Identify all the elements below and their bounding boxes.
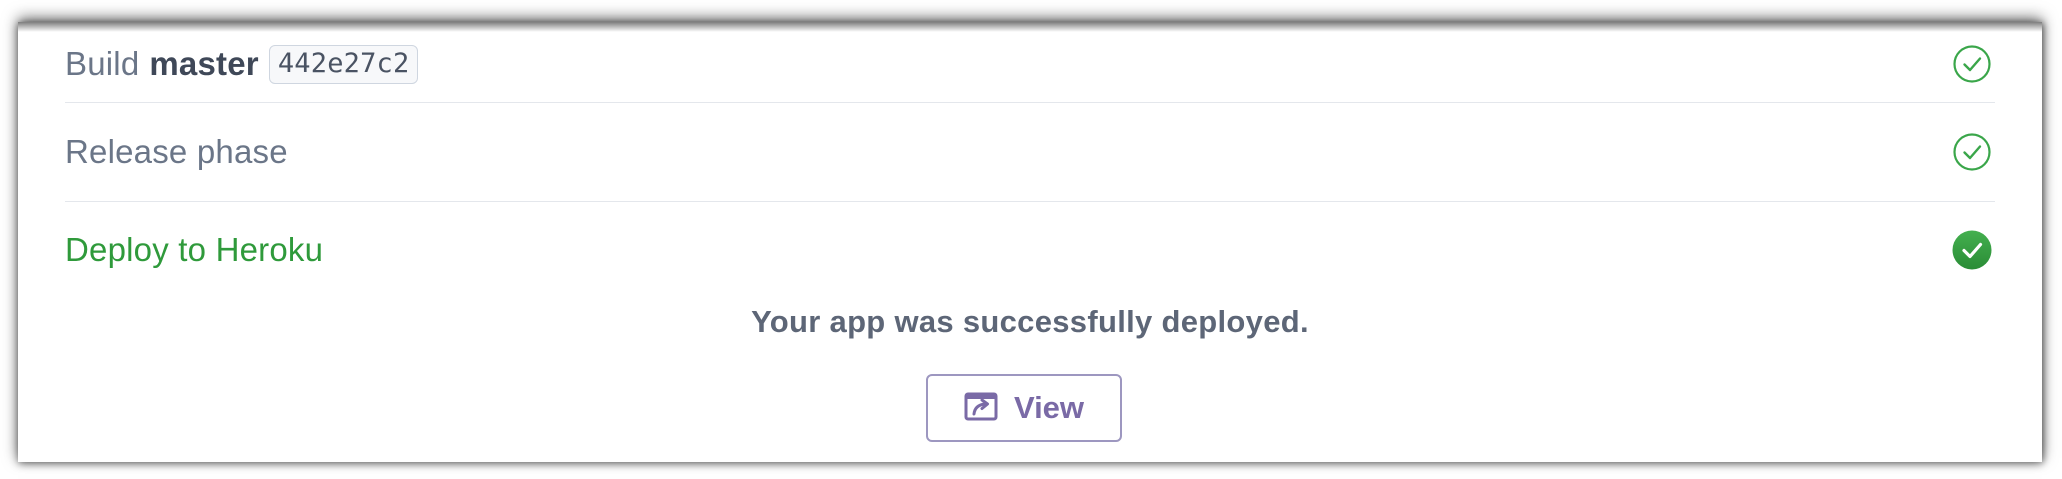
build-step-row: Build master 442e27c2 <box>65 26 1995 103</box>
view-button-label: View <box>1013 390 1085 425</box>
view-app-button[interactable]: View <box>926 374 1122 442</box>
release-phase-row: Release phase <box>65 103 1995 202</box>
check-circle-outline-icon <box>1951 43 1993 85</box>
check-circle-filled-icon <box>1951 229 1993 271</box>
deploy-panel: Build master 442e27c2 Release phase Depl… <box>18 22 2042 462</box>
deploy-success-message: Your app was successfully deployed. <box>751 304 1309 339</box>
release-phase-label: Release phase <box>65 133 288 170</box>
check-circle-outline-icon <box>1951 131 1993 173</box>
deploy-step-row: Deploy to Heroku <box>65 202 1995 298</box>
deploy-step-label: Deploy to Heroku <box>65 231 324 268</box>
external-link-icon <box>964 390 1000 427</box>
build-prefix: Build <box>65 45 140 82</box>
commit-sha-badge[interactable]: 442e27c2 <box>268 44 419 84</box>
build-branch: master <box>149 45 259 82</box>
build-step-label: Build master 442e27c2 <box>65 44 419 84</box>
